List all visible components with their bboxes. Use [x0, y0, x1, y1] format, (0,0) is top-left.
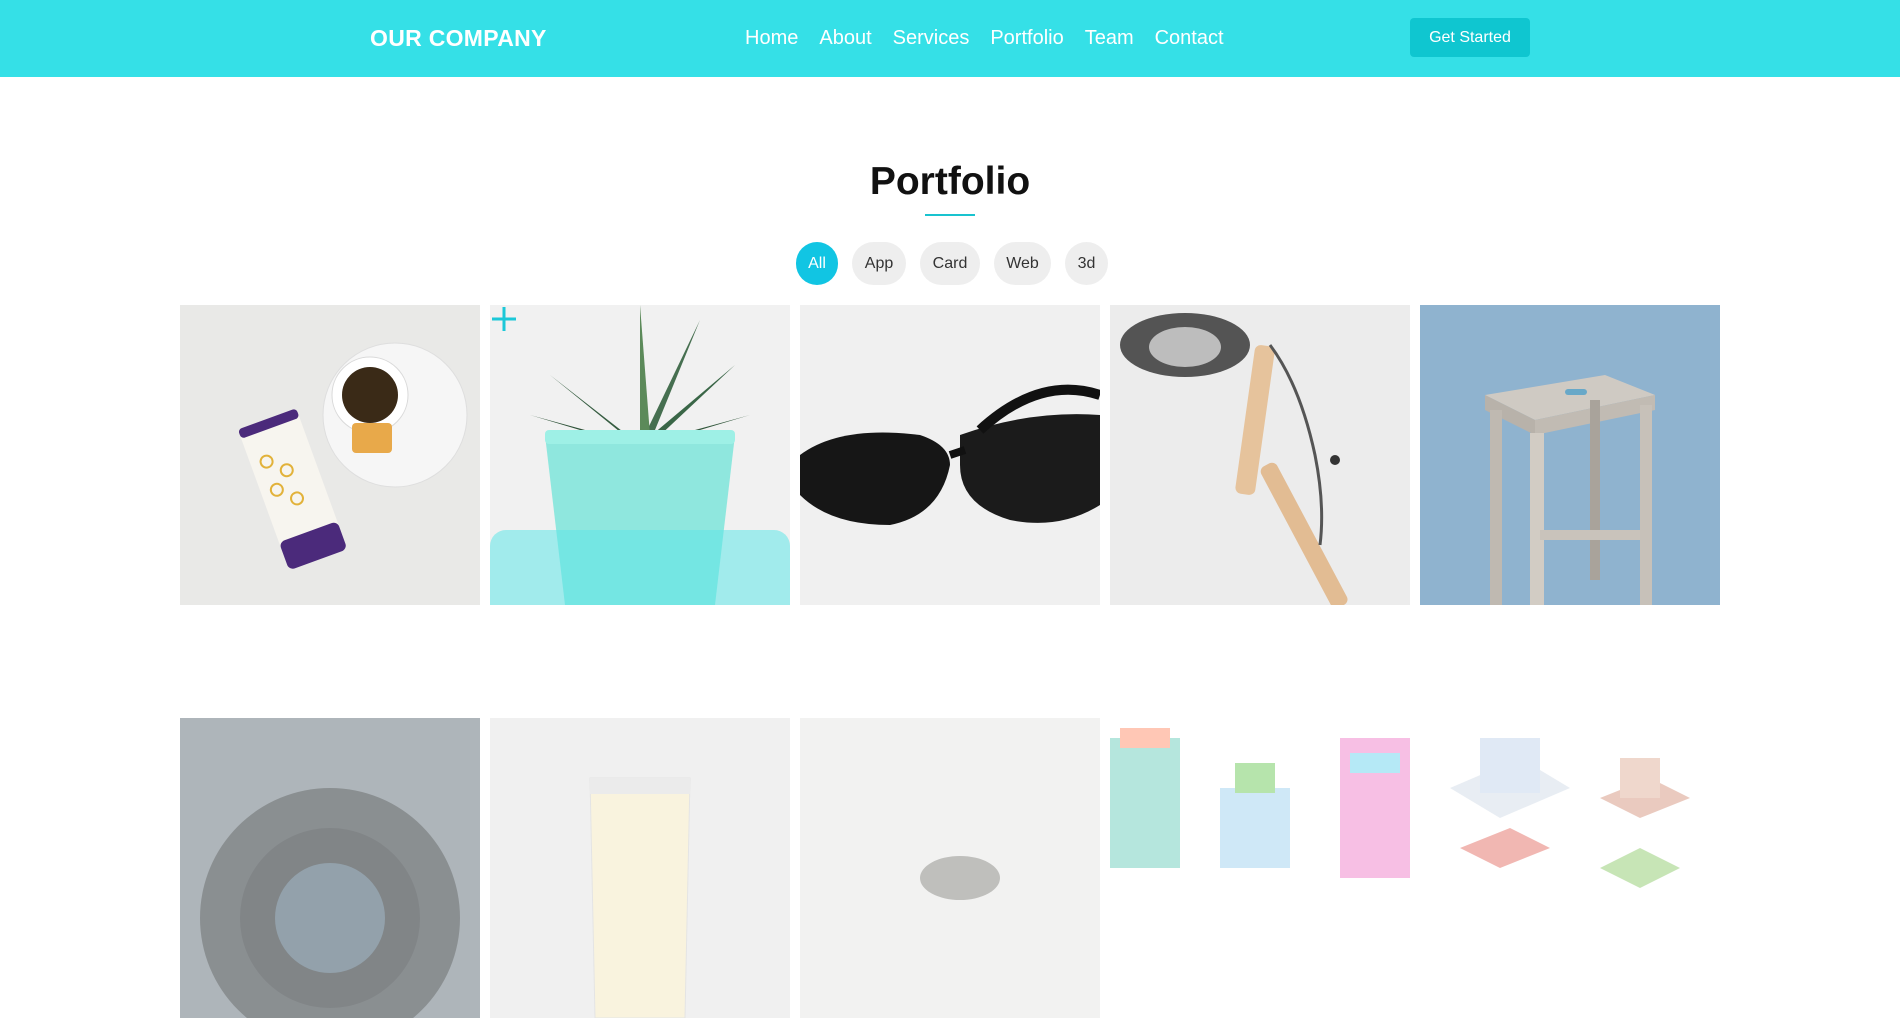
brand-logo[interactable]: OUR COMPANY: [370, 25, 547, 52]
main-nav: Home About Services Portfolio Team Conta…: [745, 27, 1224, 50]
get-started-button[interactable]: Get Started: [1410, 18, 1530, 57]
item-hover-overlay: [490, 530, 790, 605]
filter-app[interactable]: App: [852, 242, 906, 285]
portfolio-item-tea[interactable]: [180, 305, 480, 605]
stool-image: [1420, 305, 1720, 605]
tea-image: [180, 305, 480, 605]
portfolio-item-plant[interactable]: [490, 305, 790, 605]
portfolio-title: Portfolio: [869, 160, 1031, 203]
nav-item-portfolio[interactable]: Portfolio: [990, 27, 1063, 50]
nav-item-about[interactable]: About: [819, 27, 871, 50]
portfolio-item-glass[interactable]: [490, 718, 790, 1018]
portfolio-item-stool[interactable]: [1420, 305, 1720, 605]
nav-item-home[interactable]: Home: [745, 27, 798, 50]
lens-image: [180, 718, 480, 1018]
portfolio-item-camera-lens[interactable]: [180, 718, 480, 1018]
filter-card[interactable]: Card: [920, 242, 980, 285]
filter-web[interactable]: Web: [994, 242, 1051, 285]
nav-item-contact[interactable]: Contact: [1155, 27, 1224, 50]
portfolio-item-isometric-buildings[interactable]: [1110, 718, 1410, 1018]
nav-item-services[interactable]: Services: [893, 27, 970, 50]
buildings-image: [1110, 718, 1410, 1018]
city-image: [1420, 718, 1720, 1018]
watch-image: [800, 718, 1100, 1018]
plus-icon[interactable]: [490, 305, 518, 333]
sunglasses-image: [800, 305, 1100, 605]
portfolio-filters: All App Card Web 3d: [796, 242, 1108, 285]
portfolio-item-isometric-city[interactable]: [1420, 718, 1720, 1018]
portfolio-item-sunglasses[interactable]: [800, 305, 1100, 605]
portfolio-item-watch[interactable]: [800, 718, 1100, 1018]
site-header: OUR COMPANY Home About Services Portfoli…: [0, 0, 1900, 77]
glass-image: [490, 718, 790, 1018]
portfolio-item-lamp[interactable]: [1110, 305, 1410, 605]
filter-3d[interactable]: 3d: [1065, 242, 1108, 285]
title-underline: [925, 214, 975, 216]
nav-item-team[interactable]: Team: [1085, 27, 1134, 50]
filter-all[interactable]: All: [796, 242, 838, 285]
lamp-image: [1110, 305, 1410, 605]
